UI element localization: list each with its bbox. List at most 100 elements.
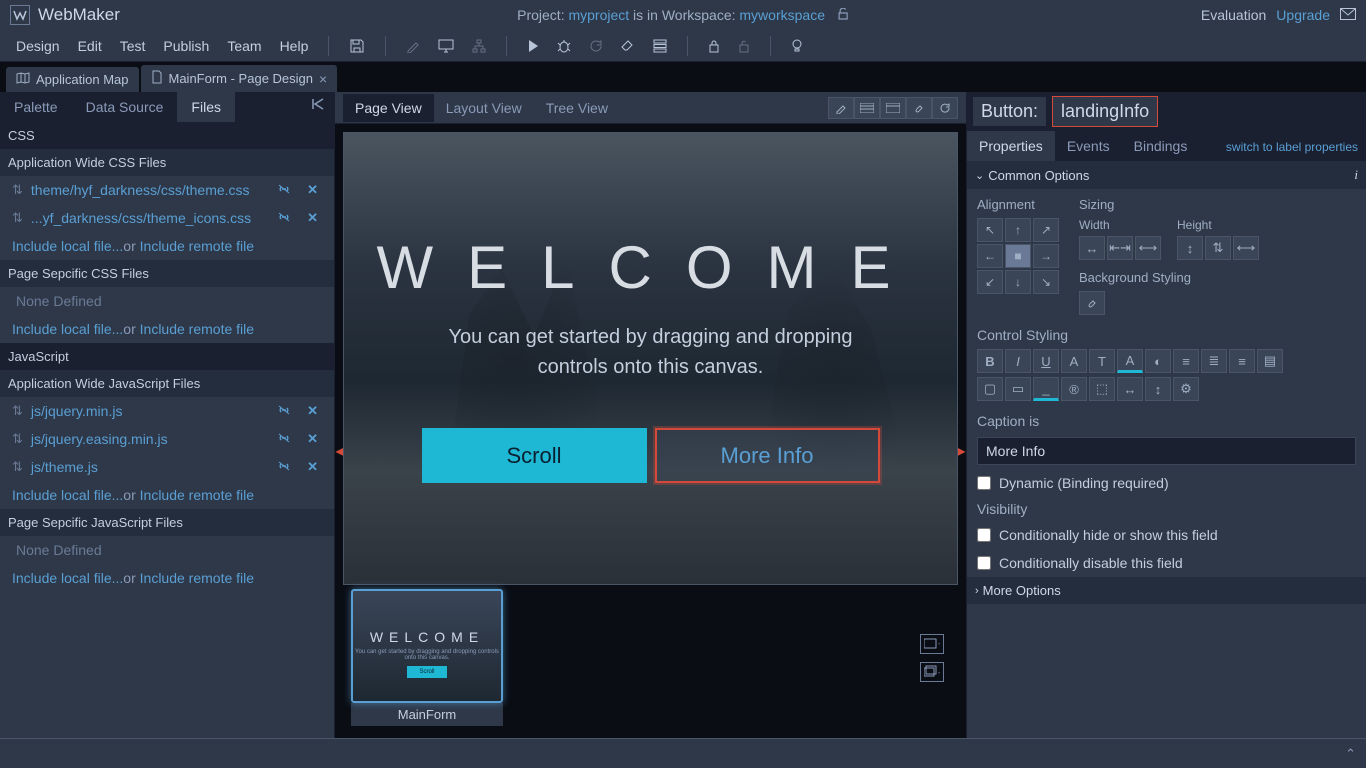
delete-icon[interactable]: ✕ (303, 459, 322, 475)
lock-icon[interactable] (702, 35, 726, 57)
drag-handle-icon[interactable]: ⇅ (12, 210, 23, 226)
common-options-accordion[interactable]: ⌄ Common Options i (967, 161, 1366, 189)
align-tr-button[interactable]: ↗ (1033, 218, 1059, 242)
file-link[interactable]: js/theme.js (31, 459, 265, 475)
menu-design[interactable]: Design (10, 34, 66, 58)
height-fixed-button[interactable]: ⟷ (1233, 236, 1259, 260)
border-button[interactable]: ▢ (977, 377, 1003, 401)
width-fill-button[interactable]: ↔ (1079, 236, 1105, 260)
drag-handle-icon[interactable]: ⇅ (12, 431, 23, 447)
design-canvas[interactable]: WELCOME You can get started by dragging … (343, 132, 958, 585)
align-left-button[interactable]: ≡ (1173, 349, 1199, 373)
close-icon[interactable]: × (319, 72, 327, 86)
dynamic-checkbox[interactable] (977, 476, 991, 490)
underline-color-button[interactable]: _ (1033, 377, 1059, 401)
eraser-icon[interactable] (615, 36, 641, 56)
project-name-link[interactable]: myproject (568, 7, 629, 23)
delete-icon[interactable]: ✕ (303, 210, 322, 226)
width-auto-button[interactable]: ⇤⇥ (1107, 236, 1133, 260)
more-info-button[interactable]: More Info (655, 428, 880, 483)
tab-application-map[interactable]: Application Map (6, 67, 139, 92)
include-local-link[interactable]: Include local file... (12, 321, 123, 337)
settings-button[interactable]: ⚙ (1173, 377, 1199, 401)
unlock-icon[interactable] (837, 7, 849, 23)
align-br-button[interactable]: ↘ (1033, 270, 1059, 294)
tab-data-source[interactable]: Data Source (72, 92, 178, 122)
tab-properties[interactable]: Properties (967, 131, 1055, 161)
highlight-button[interactable]: A (1117, 349, 1143, 373)
file-link[interactable]: theme/hyf_darkness/css/theme.css (31, 182, 265, 198)
include-remote-link[interactable]: Include remote file (140, 238, 254, 254)
align-ml-button[interactable]: ← (977, 244, 1003, 268)
edit-canvas-icon[interactable] (828, 97, 854, 119)
tab-mainform[interactable]: MainForm - Page Design × (141, 65, 338, 92)
more-options-accordion[interactable]: › More Options (967, 577, 1366, 604)
align-justify-button[interactable]: ▤ (1257, 349, 1283, 373)
delete-icon[interactable]: ✕ (303, 182, 322, 198)
menu-help[interactable]: Help (274, 34, 315, 58)
drag-handle-icon[interactable]: ⇅ (12, 403, 23, 419)
bg-brush-button[interactable] (1079, 291, 1105, 315)
include-remote-link[interactable]: Include remote file (140, 321, 254, 337)
tab-layout-view[interactable]: Layout View (434, 94, 534, 122)
unlink-icon[interactable] (273, 211, 295, 226)
include-local-link[interactable]: Include local file... (12, 487, 123, 503)
underline-button[interactable]: U (1033, 349, 1059, 373)
monitor-icon[interactable] (432, 35, 460, 57)
menu-team[interactable]: Team (221, 34, 267, 58)
align-bc-button[interactable]: ↓ (1005, 270, 1031, 294)
brush-icon[interactable] (906, 97, 932, 119)
tab-files[interactable]: Files (177, 92, 235, 122)
refresh-icon[interactable] (583, 35, 609, 57)
align-right-button[interactable]: ≡ (1229, 349, 1255, 373)
include-local-link[interactable]: Include local file... (12, 238, 123, 254)
menu-publish[interactable]: Publish (157, 34, 215, 58)
edit-icon[interactable] (400, 35, 426, 57)
height-fill-button[interactable]: ↕ (1177, 236, 1203, 260)
cond-disable-checkbox[interactable] (977, 556, 991, 570)
tab-events[interactable]: Events (1055, 131, 1122, 161)
unlink-icon[interactable] (273, 404, 295, 419)
switch-to-label-link[interactable]: switch to label properties (1226, 140, 1358, 154)
play-icon[interactable] (521, 35, 545, 57)
thumbnail-mainform[interactable]: WELCOME You can get started by dragging … (351, 589, 503, 726)
text-color-button[interactable]: T (1089, 349, 1115, 373)
vspace-button[interactable]: ↕ (1145, 377, 1171, 401)
bug-icon[interactable] (551, 35, 577, 57)
delete-icon[interactable]: ✕ (303, 403, 322, 419)
font-button[interactable]: A (1061, 349, 1087, 373)
drag-handle-icon[interactable]: ⇅ (12, 459, 23, 475)
registered-button[interactable]: ® (1061, 377, 1087, 401)
cond-hide-checkbox[interactable] (977, 528, 991, 542)
align-mc-button[interactable]: ■ (1005, 244, 1031, 268)
include-remote-link[interactable]: Include remote file (140, 570, 254, 586)
add-page-icon[interactable]: + (920, 634, 944, 654)
align-center-button[interactable]: ≣ (1201, 349, 1227, 373)
add-pages-icon[interactable]: + (920, 662, 944, 682)
server-icon[interactable] (647, 35, 673, 57)
bulb-icon[interactable] (785, 35, 809, 57)
italic-button[interactable]: I (1005, 349, 1031, 373)
unlock2-icon[interactable] (732, 35, 756, 57)
align-mr-button[interactable]: → (1033, 244, 1059, 268)
tab-palette[interactable]: Palette (0, 92, 72, 122)
element-name[interactable]: landingInfo (1052, 96, 1158, 127)
align-bl-button[interactable]: ↙ (977, 270, 1003, 294)
contrast-button[interactable]: ◐ (1145, 349, 1171, 373)
width-fixed-button[interactable]: ⟷ (1135, 236, 1161, 260)
scroll-button[interactable]: Scroll (422, 428, 647, 483)
drag-handle-icon[interactable]: ⇅ (12, 182, 23, 198)
info-icon[interactable]: i (1354, 167, 1358, 183)
file-link[interactable]: ...yf_darkness/css/theme_icons.css (31, 210, 265, 226)
layout-rows-icon[interactable] (854, 97, 880, 119)
height-auto-button[interactable]: ⇅ (1205, 236, 1231, 260)
tab-page-view[interactable]: Page View (343, 94, 434, 122)
menu-edit[interactable]: Edit (72, 34, 108, 58)
layout-header-icon[interactable] (880, 97, 906, 119)
upgrade-link[interactable]: Upgrade (1276, 7, 1330, 23)
tab-tree-view[interactable]: Tree View (534, 94, 620, 122)
hspace-button[interactable]: ↔ (1117, 377, 1143, 401)
unlink-icon[interactable] (273, 183, 295, 198)
shadow-button[interactable]: ▭ (1005, 377, 1031, 401)
include-local-link[interactable]: Include local file... (12, 570, 123, 586)
